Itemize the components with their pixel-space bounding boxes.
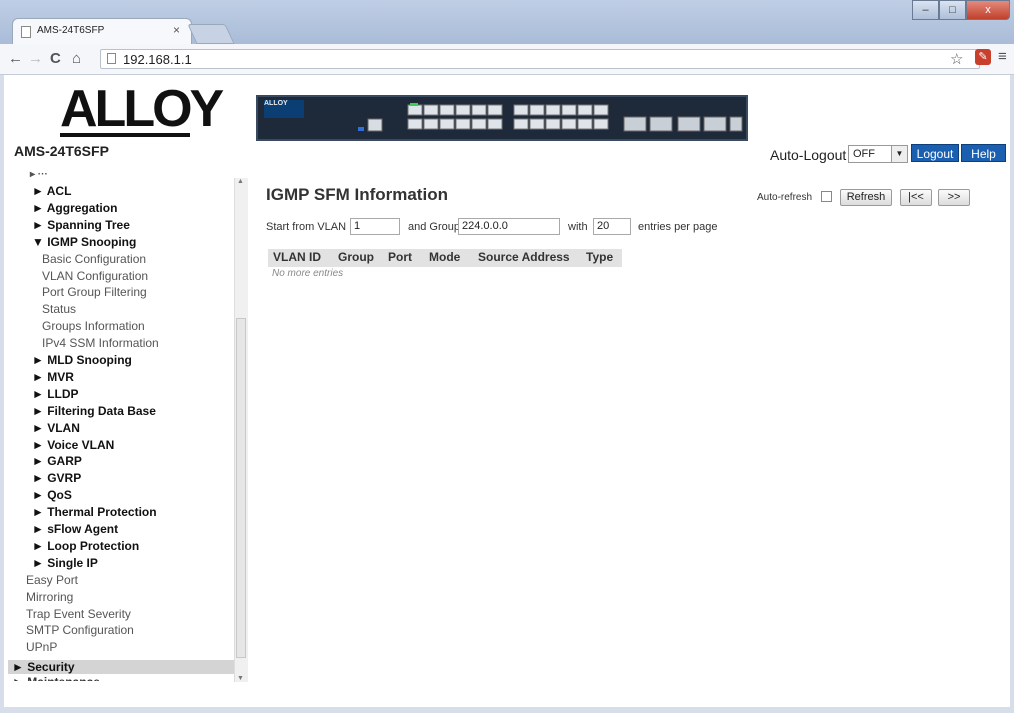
switch-ports-graphic bbox=[358, 103, 743, 132]
page-title: IGMP SFM Information bbox=[266, 185, 448, 204]
sidebar-item[interactable]: Port Group Filtering bbox=[42, 285, 147, 299]
sidebar-item[interactable]: ► GARP bbox=[32, 454, 82, 468]
back-icon[interactable]: ← bbox=[8, 50, 23, 67]
start-vlan-input[interactable]: 1 bbox=[350, 218, 400, 235]
browser-toolbar: ← → C ⌂ 192.168.1.1 bbox=[0, 44, 1014, 75]
auto-logout-select[interactable]: OFF ▼ bbox=[848, 145, 908, 163]
browser-tab[interactable]: AMS-24T6SFP × bbox=[12, 18, 192, 44]
start-from-vlan-label: Start from VLAN bbox=[266, 221, 347, 233]
sidebar-item[interactable]: ► GVRP bbox=[32, 471, 81, 485]
column-header-type: Type bbox=[586, 250, 614, 264]
auto-logout-label: Auto-Logout bbox=[770, 147, 847, 163]
sidebar-item[interactable]: Trap Event Severity bbox=[26, 607, 131, 621]
sidebar-item[interactable]: ► LLDP bbox=[32, 387, 79, 401]
tab-title: AMS-24T6SFP bbox=[37, 25, 105, 36]
sidebar-item[interactable]: VLAN Configuration bbox=[42, 269, 148, 283]
sidebar-item[interactable]: ► VLAN bbox=[32, 421, 80, 435]
and-group-label: and Group bbox=[408, 221, 460, 233]
help-button[interactable]: Help bbox=[961, 144, 1006, 162]
column-header-mode: Mode bbox=[429, 250, 461, 264]
window-bottom-edge bbox=[0, 707, 1014, 713]
home-icon[interactable]: ⌂ bbox=[72, 50, 81, 67]
sidebar-item[interactable]: Mirroring bbox=[26, 590, 73, 604]
sidebar-item[interactable]: Status bbox=[42, 302, 76, 316]
sidebar-item[interactable]: ► Aggregation bbox=[32, 201, 117, 215]
sidebar-item[interactable]: ► Spanning Tree bbox=[32, 218, 130, 232]
logo-underline bbox=[60, 133, 190, 137]
chevron-down-icon[interactable]: ▼ bbox=[891, 146, 907, 162]
sidebar-partial-item: ▸ ··· bbox=[30, 169, 48, 180]
sidebar-item[interactable]: Basic Configuration bbox=[42, 252, 146, 266]
sidebar-item[interactable]: ► QoS bbox=[32, 488, 72, 502]
address-bar[interactable]: 192.168.1.1 bbox=[100, 49, 980, 69]
page-icon bbox=[21, 26, 31, 38]
sidebar-item[interactable]: IPv4 SSM Information bbox=[42, 336, 159, 350]
sidebar-item[interactable]: ► Loop Protection bbox=[32, 539, 139, 553]
sidebar-scrollbar[interactable]: ▲ ▼ bbox=[234, 178, 248, 682]
column-header-vlan-id: VLAN ID bbox=[273, 250, 321, 264]
column-header-source-address: Source Address bbox=[478, 250, 570, 264]
logout-button[interactable]: Logout bbox=[911, 144, 959, 162]
sidebar-item[interactable]: ▼ IGMP Snooping bbox=[32, 235, 136, 249]
entries-per-page-label: entries per page bbox=[638, 221, 718, 233]
scroll-up-icon[interactable]: ▲ bbox=[237, 178, 244, 185]
sidebar-item[interactable]: ► MLD Snooping bbox=[32, 353, 132, 367]
first-page-button[interactable]: |<< bbox=[900, 189, 932, 206]
page-icon bbox=[107, 53, 116, 64]
sidebar-item[interactable]: SMTP Configuration bbox=[26, 623, 134, 637]
column-header-port: Port bbox=[388, 250, 412, 264]
web-page: ALLOY AMS-24T6SFP ALLOY Auto-Logout OFF … bbox=[4, 75, 1010, 707]
scrollbar-thumb[interactable] bbox=[236, 318, 246, 658]
forward-icon[interactable]: → bbox=[28, 50, 43, 67]
device-model: AMS-24T6SFP bbox=[14, 143, 109, 159]
with-label: with bbox=[568, 221, 588, 233]
auto-refresh-label: Auto-refresh bbox=[757, 192, 813, 203]
refresh-button[interactable]: Refresh bbox=[840, 189, 892, 206]
sidebar-item[interactable]: ► MVR bbox=[32, 370, 74, 384]
reload-icon[interactable]: C bbox=[50, 50, 61, 67]
alloy-logo: ALLOY bbox=[60, 80, 224, 138]
empty-table-message: No more entries bbox=[272, 268, 344, 279]
window-controls: – □ x bbox=[912, 0, 1010, 20]
sidebar-item[interactable]: ► Single IP bbox=[32, 556, 98, 570]
auto-refresh-checkbox[interactable] bbox=[821, 191, 832, 202]
sidebar-item[interactable]: ► Thermal Protection bbox=[32, 505, 157, 519]
entries-per-page-input[interactable]: 20 bbox=[593, 218, 631, 235]
maximize-button[interactable]: □ bbox=[939, 0, 966, 20]
close-window-button[interactable]: x bbox=[966, 0, 1010, 20]
sidebar-item-security[interactable]: ► Security bbox=[12, 660, 75, 674]
new-tab-button[interactable] bbox=[187, 24, 235, 44]
sidebar-item[interactable]: Groups Information bbox=[42, 319, 145, 333]
sidebar-item[interactable]: ► Voice VLAN bbox=[32, 438, 114, 452]
sidebar-item-maintenance[interactable]: ► Maintenance bbox=[12, 675, 100, 681]
browser-menu-icon[interactable]: ≡ bbox=[998, 48, 1007, 65]
switch-front-panel-image: ALLOY bbox=[256, 95, 748, 141]
scroll-down-icon[interactable]: ▼ bbox=[237, 675, 244, 682]
sidebar-item[interactable]: Easy Port bbox=[26, 573, 78, 587]
sidebar-item[interactable]: ► Filtering Data Base bbox=[32, 404, 156, 418]
column-header-group: Group bbox=[338, 250, 374, 264]
sidebar-item[interactable]: UPnP bbox=[26, 640, 57, 654]
url-text: 192.168.1.1 bbox=[123, 52, 192, 67]
table-header: VLAN ID Group Port Mode Source Address T… bbox=[268, 249, 622, 267]
tab-close-icon[interactable]: × bbox=[173, 23, 180, 37]
extension-icon[interactable]: ✎ bbox=[975, 49, 991, 65]
bookmark-star-icon[interactable]: ☆ bbox=[950, 50, 963, 68]
next-page-button[interactable]: >> bbox=[938, 189, 970, 206]
sidebar-item[interactable]: ► ACL bbox=[32, 184, 71, 198]
auto-logout-value: OFF bbox=[853, 148, 875, 160]
browser-title-bar: AMS-24T6SFP × – □ x bbox=[0, 0, 1014, 44]
group-address-input[interactable]: 224.0.0.0 bbox=[458, 218, 560, 235]
sidebar-item[interactable]: ► sFlow Agent bbox=[32, 522, 118, 536]
sidebar-nav: ► ACL ► Aggregation ► Spanning Tree ▼ IGMP … bbox=[8, 171, 234, 683]
minimize-button[interactable]: – bbox=[912, 0, 939, 20]
